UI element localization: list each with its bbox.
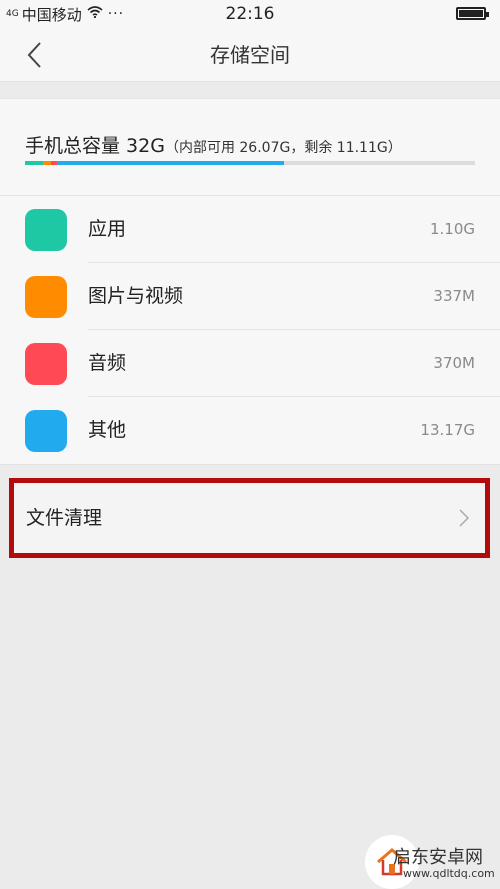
capacity-summary: 手机总容量 32G（内部可用 26.07G，剩余 11.11G） xyxy=(0,98,500,196)
status-bar: 4G 中国移动 ··· 22:16 xyxy=(0,0,500,28)
wifi-icon xyxy=(87,6,103,22)
file-clean-label: 文件清理 xyxy=(26,507,103,529)
storage-item-size: 13.17G xyxy=(420,421,475,439)
total-capacity: 手机总容量 32G xyxy=(25,135,165,157)
carrier-name: 中国移动 xyxy=(21,5,82,24)
file-clean-button[interactable]: 文件清理 xyxy=(9,478,490,558)
audio-color-icon xyxy=(25,343,67,385)
storage-item-audio[interactable]: 音频 370M xyxy=(0,330,500,397)
capacity-text: 手机总容量 32G（内部可用 26.07G，剩余 11.11G） xyxy=(25,131,402,158)
storage-list: 应用 1.10G 图片与视频 337M 音频 370M 其他 13.17G xyxy=(0,196,500,465)
capacity-usage-bar xyxy=(25,161,475,165)
back-button[interactable] xyxy=(16,36,52,74)
apps-color-icon xyxy=(25,209,67,251)
capacity-detail: （内部可用 26.07G，剩余 11.11G） xyxy=(164,140,402,156)
storage-item-label: 图片与视频 xyxy=(88,285,184,307)
battery-icon xyxy=(456,7,489,20)
chevron-right-icon xyxy=(459,509,470,527)
usage-segment xyxy=(43,161,52,165)
nav-bar: 存储空间 xyxy=(0,28,500,82)
usage-segment xyxy=(56,161,285,165)
storage-item-size: 1.10G xyxy=(429,220,475,238)
usage-segment xyxy=(25,161,43,165)
storage-item-apps[interactable]: 应用 1.10G xyxy=(0,196,500,263)
page-title: 存储空间 xyxy=(210,43,290,67)
other-color-icon xyxy=(25,410,67,452)
storage-item-photos-videos[interactable]: 图片与视频 337M xyxy=(0,263,500,330)
storage-item-label: 其他 xyxy=(88,419,127,441)
watermark: 启东安卓网 www.qdltdq.com xyxy=(355,833,500,889)
storage-item-label: 音频 xyxy=(88,352,127,374)
status-left: 4G 中国移动 ··· xyxy=(0,4,124,25)
more-notifications-icon: ··· xyxy=(107,6,125,22)
storage-item-size: 337M xyxy=(433,287,475,305)
battery-level xyxy=(459,10,483,17)
signal-icon: 4G xyxy=(6,8,19,19)
photos-videos-color-icon xyxy=(25,276,67,318)
chevron-left-icon xyxy=(27,42,41,68)
storage-item-label: 应用 xyxy=(88,218,127,240)
storage-item-size: 370M xyxy=(433,354,475,372)
storage-item-other[interactable]: 其他 13.17G xyxy=(0,397,500,464)
watermark-title: 启东安卓网 xyxy=(393,847,483,868)
watermark-url: www.qdltdq.com xyxy=(403,867,495,880)
